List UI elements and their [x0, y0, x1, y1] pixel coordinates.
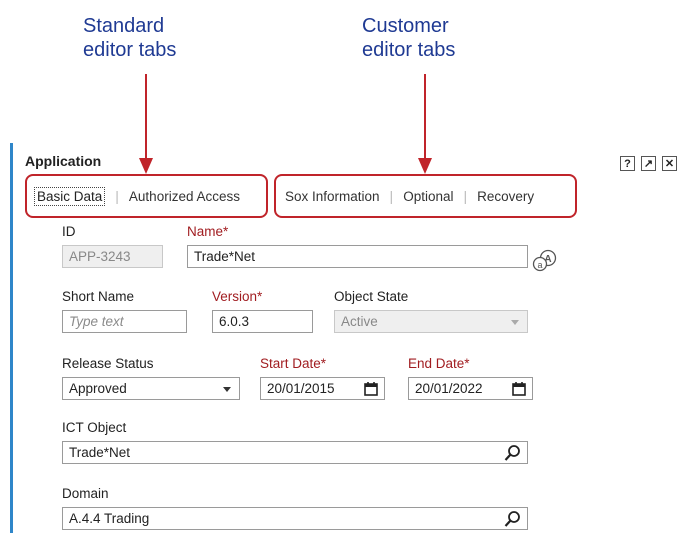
short-name-label: Short Name [62, 289, 135, 304]
annotation-arrow-customer [418, 74, 432, 174]
tab-optional[interactable]: Optional [403, 189, 453, 204]
tab-separator: | [115, 188, 119, 204]
popout-label: ↗ [643, 158, 654, 170]
version-label: Version* [212, 289, 263, 304]
id-label: ID [62, 224, 76, 239]
domain-value: A.4.4 Trading [69, 511, 150, 526]
object-state-value: Active [341, 314, 378, 329]
popout-icon[interactable]: ↗ [641, 156, 656, 171]
annotation-customer-editor-tabs: Customer editor tabs [362, 15, 456, 61]
domain-field[interactable]: A.4.4 Trading [62, 507, 528, 530]
id-field: APP-3243 [62, 245, 163, 268]
close-icon[interactable]: ✕ [662, 156, 677, 171]
chevron-down-icon [511, 320, 519, 325]
short-name-field[interactable]: Type text [62, 310, 187, 333]
start-date-field[interactable]: 20/01/2015 [260, 377, 385, 400]
svg-text:a: a [537, 260, 542, 270]
tab-separator: | [389, 188, 394, 204]
object-state-select: Active [334, 310, 528, 333]
version-field[interactable]: 6.0.3 [212, 310, 313, 333]
close-label: ✕ [664, 158, 675, 170]
search-icon[interactable] [504, 510, 521, 528]
annotation-standard-editor-tabs: Standard editor tabs [83, 15, 177, 61]
release-status-label: Release Status [62, 356, 154, 371]
release-status-value: Approved [69, 381, 127, 396]
domain-label: Domain [62, 486, 109, 501]
ict-object-value: Trade*Net [69, 445, 131, 460]
help-icon[interactable]: ? [620, 156, 635, 171]
window-title: Application [25, 153, 102, 169]
tab-recovery[interactable]: Recovery [477, 189, 534, 204]
release-status-select[interactable]: Approved [62, 377, 240, 400]
object-state-label: Object State [334, 289, 409, 304]
search-icon[interactable] [504, 444, 521, 462]
customer-tab-group: Sox Information | Optional | Recovery [274, 174, 577, 218]
annotation-arrow-standard [139, 74, 153, 174]
tab-sox-information[interactable]: Sox Information [285, 189, 380, 204]
accent-bar [10, 143, 13, 533]
window-controls: ? ↗ ✕ [620, 156, 677, 171]
standard-tab-group: Basic Data | Authorized Access [25, 174, 268, 218]
tab-separator: | [463, 188, 468, 204]
name-label: Name* [187, 224, 229, 239]
end-date-field[interactable]: 20/01/2022 [408, 377, 533, 400]
calendar-icon[interactable] [512, 381, 526, 396]
start-date-value: 20/01/2015 [267, 381, 335, 396]
help-label: ? [624, 157, 631, 170]
end-date-value: 20/01/2022 [415, 381, 483, 396]
chevron-down-icon [223, 387, 231, 392]
end-date-label: End Date* [408, 356, 470, 371]
start-date-label: Start Date* [260, 356, 327, 371]
calendar-icon[interactable] [364, 381, 378, 396]
name-field[interactable]: Trade*Net [187, 245, 528, 268]
tab-basic-data[interactable]: Basic Data [34, 186, 106, 206]
ict-object-field[interactable]: Trade*Net [62, 441, 528, 464]
ict-object-label: ICT Object [62, 420, 127, 435]
tab-authorized-access[interactable]: Authorized Access [129, 189, 240, 204]
translate-icon[interactable]: A a [531, 249, 559, 273]
